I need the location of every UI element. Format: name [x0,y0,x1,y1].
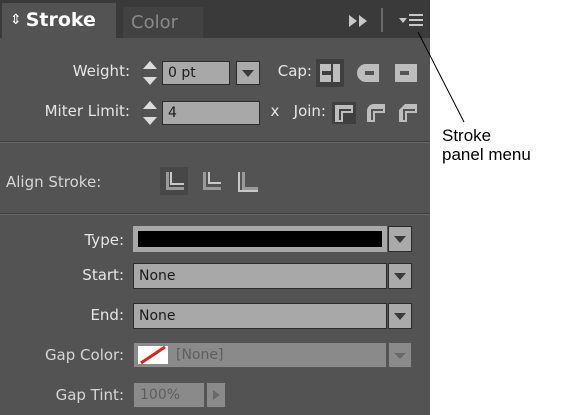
start-dropdown[interactable]: None [133,263,387,289]
type-dropdown-button[interactable] [388,226,412,252]
weight-input[interactable]: 0 pt [162,61,230,85]
stroke-type-swatch [138,231,382,247]
miter-unit: x [270,102,280,120]
gap-tint-label: Gap Tint: [55,386,124,404]
tab-color[interactable]: Color [123,7,203,38]
gap-tint-slider-button[interactable] [206,382,226,408]
cap-label: Cap: [277,62,312,80]
start-dropdown-button[interactable] [388,263,412,289]
collapse-arrows-icon[interactable] [348,13,370,27]
weight-dropdown-button[interactable] [236,61,260,85]
miter-limit-label: Miter Limit: [44,102,130,120]
type-label: Type: [84,231,124,249]
tab-stroke-label: Stroke [25,9,96,31]
callout-line-2: panel menu [442,145,531,164]
tab-color-label: Color [131,12,178,33]
align-inside-icon[interactable] [197,167,225,195]
divider [0,142,430,143]
header-divider [381,8,383,32]
align-outside-icon[interactable] [234,167,262,195]
start-label: Start: [82,266,124,284]
align-center-icon[interactable] [160,167,188,195]
butt-cap-icon[interactable] [316,59,344,87]
miter-limit-stepper[interactable] [141,101,158,125]
weight-label: Weight: [72,62,130,80]
gap-color-dropdown[interactable]: [None] [133,342,387,368]
miter-limit-input[interactable]: 4 [162,101,260,125]
callout-line-1: Stroke [442,126,492,145]
gap-color-dropdown-button[interactable] [388,342,412,368]
divider [0,214,430,215]
gap-color-label: Gap Color: [44,346,124,364]
join-label: Join: [293,102,326,120]
none-swatch-icon [138,345,168,365]
callout-text: Stroke panel menu [442,126,531,164]
align-stroke-label: Align Stroke: [6,173,102,191]
chevron-updown-icon[interactable]: ⇕ [10,12,22,28]
tab-stroke[interactable]: ⇕ Stroke [2,3,116,38]
end-label: End: [90,306,124,324]
gap-tint-input[interactable]: 100% [133,382,205,408]
gap-color-value: [None] [176,347,224,363]
end-dropdown-button[interactable] [388,303,412,329]
round-cap-icon[interactable] [354,59,382,87]
end-dropdown[interactable]: None [133,303,387,329]
weight-stepper[interactable] [141,61,158,85]
miter-join-icon[interactable] [330,99,358,127]
type-dropdown[interactable] [133,226,387,252]
round-join-icon[interactable] [362,99,390,127]
